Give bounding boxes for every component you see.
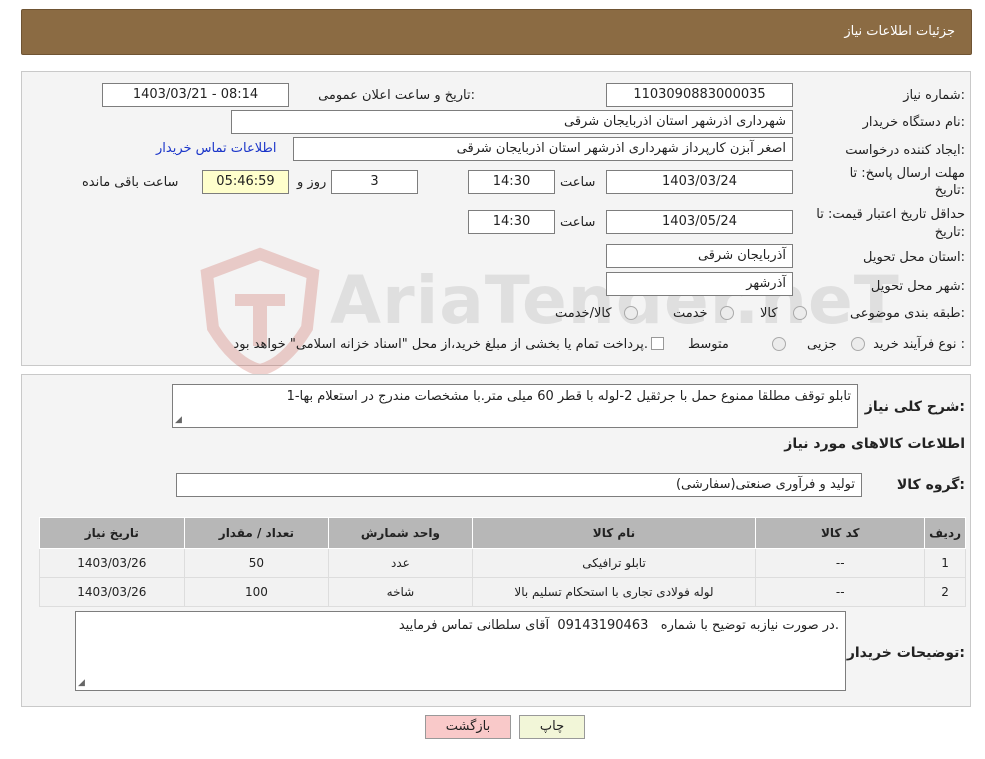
column-header-quantity: تعداد / مقدار [183,517,330,549]
cell-date: 1403/03/26 [39,548,185,578]
column-header-code: کد کالا [755,517,926,549]
cell-date: 1403/03/26 [39,577,185,607]
cell-quantity: 50 [183,548,330,578]
category-radio-goods[interactable] [793,306,807,320]
cell-name: لوله فولادی تجاری با استحکام تسلیم بالا [471,577,757,607]
resize-handle-icon: ◢ [78,678,85,688]
cell-row-number: 2 [924,577,966,607]
goods-section-title: اطلاعات کالاهای مورد نیاز [784,436,965,452]
need-number-label: شماره نیاز: [903,88,965,103]
watermark-logo [195,246,325,377]
cell-unit: شاخه [328,577,473,607]
deadline-time-label: ساعت [560,175,596,190]
category-radio-goods-service[interactable] [624,306,638,320]
treasury-checkbox[interactable] [651,337,664,350]
announce-label: تاریخ و ساعت اعلان عمومی: [318,88,475,103]
days-field: 3 [331,170,418,194]
validity-date-field: 1403/05/24 [606,210,793,234]
table-row: 2 -- لوله فولادی تجاری با استحکام تسلیم … [39,577,966,607]
cell-unit: عدد [328,548,473,578]
remaining-time-label: ساعت باقی مانده [82,175,179,190]
resize-handle-icon: ◢ [175,415,182,425]
process-note: پرداخت تمام یا بخشی از مبلغ خرید،از محل … [233,337,648,352]
description-label: شرح کلی نیاز: [864,399,965,415]
description-text: 1-تابلو توقف مطلقا ممنوع حمل با جرثقیل 2… [286,389,851,404]
description-field: 1-تابلو توقف مطلقا ممنوع حمل با جرثقیل 2… [172,384,858,428]
cell-code: -- [755,577,926,607]
goods-group-label: گروه کالا: [896,477,965,493]
buyer-contact-link[interactable]: اطلاعات تماس خریدار [156,141,276,156]
items-table: ردیف کد کالا نام کالا واحد شمارش تعداد /… [39,517,966,607]
column-header-date: تاریخ نیاز [39,517,185,549]
province-field: آذربایجان شرقی [606,244,793,268]
cell-name: تابلو ترافیکی [471,548,757,578]
items-table-wrapper: ردیف کد کالا نام کالا واحد شمارش تعداد /… [39,517,966,607]
goods-group-field: تولید و فرآوری صنعتی(سفارشی) [176,473,862,497]
days-label: روز و [297,175,327,190]
buyer-label: نام دستگاه خریدار: [862,115,965,130]
column-header-name: نام کالا [471,517,757,549]
validity-time-label: ساعت [560,215,596,230]
deadline-label-2: تاریخ: [934,183,965,198]
table-row: 1 -- تابلو ترافیکی عدد 50 1403/03/26 [39,548,966,578]
process-option-minor: جزیی [807,337,837,352]
page-title: جزئیات اطلاعات نیاز [844,24,955,39]
process-option-medium: متوسط [688,337,729,352]
category-radio-service[interactable] [720,306,734,320]
cell-code: -- [755,548,926,578]
print-button[interactable]: چاپ [519,715,585,739]
buyer-field: شهرداری اذرشهر استان اذربایجان شرقی [231,110,793,134]
buyer-notes-text: در صورت نیازبه توضیح با شماره 0914319046… [398,618,839,633]
buyer-notes-field: در صورت نیازبه توضیح با شماره 0914319046… [75,611,846,691]
category-option-service: خدمت [673,306,708,321]
watermark-shield-icon [200,247,320,377]
cell-row-number: 1 [924,548,966,578]
announce-field: 1403/03/21 - 08:14 [102,83,289,107]
remaining-time-field: 05:46:59 [202,170,289,194]
column-header-row-number: ردیف [924,517,966,549]
process-label: نوع فرآیند خرید : [873,337,965,352]
process-radio-minor[interactable] [851,337,865,351]
city-field: آذرشهر [606,272,793,296]
city-label: شهر محل تحویل: [870,279,965,294]
creator-label: ایجاد کننده درخواست: [845,143,965,158]
validity-label: حداقل تاریخ اعتبار قیمت: تا [816,207,965,222]
category-option-goods: کالا [760,306,778,321]
table-header-row: ردیف کد کالا نام کالا واحد شمارش تعداد /… [39,517,966,549]
cell-quantity: 100 [183,577,330,607]
province-label: استان محل تحویل: [863,250,965,265]
category-label: طبقه بندی موضوعی: [849,306,965,321]
process-radio-medium[interactable] [772,337,786,351]
category-option-goods-service: کالا/خدمت [555,306,612,321]
back-button[interactable]: بازگشت [425,715,511,739]
need-number-field: 1103090883000035 [606,83,793,107]
deadline-time-field: 14:30 [468,170,555,194]
validity-label-2: تاریخ: [934,225,965,240]
validity-time-field: 14:30 [468,210,555,234]
deadline-date-field: 1403/03/24 [606,170,793,194]
buyer-notes-label: توضیحات خریدار: [846,645,965,661]
creator-field: اصغر آبزن کارپرداز شهرداری اذرشهر استان … [293,137,793,161]
page-header: جزئیات اطلاعات نیاز [21,9,972,55]
deadline-label: مهلت ارسال پاسخ: تا [849,166,965,181]
column-header-unit: واحد شمارش [328,517,473,549]
